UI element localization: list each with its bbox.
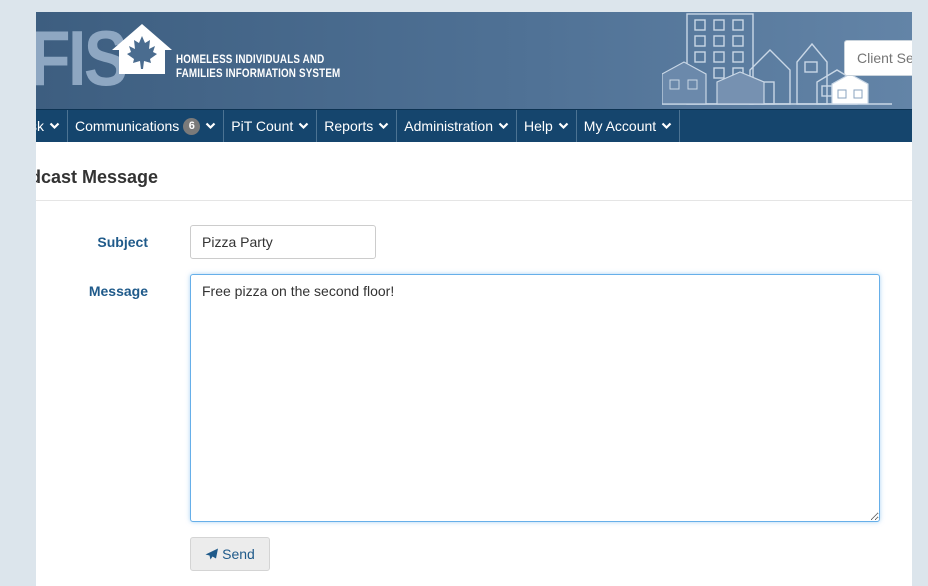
send-button-label: Send xyxy=(222,546,255,562)
nav-item-label: PiT Count xyxy=(231,118,294,134)
client-search-input[interactable] xyxy=(844,40,912,76)
chevron-down-icon xyxy=(558,122,569,130)
subject-input[interactable] xyxy=(190,225,376,259)
nav-item-label: My Account xyxy=(583,118,657,134)
nav-item-label: Help xyxy=(524,118,553,134)
main-nav: sk Communications 6 PiT Count Reports Ad… xyxy=(36,109,912,142)
nav-item-label: Reports xyxy=(324,118,374,134)
nav-item-reports[interactable]: Reports xyxy=(317,110,398,142)
logo-tagline-line1: HOMELESS INDIVIDUALS AND xyxy=(176,52,325,66)
send-button[interactable]: Send xyxy=(190,537,270,571)
logo-tagline: HOMELESS INDIVIDUALS AND FAMILIES INFORM… xyxy=(176,52,377,80)
page-title: dcast Message xyxy=(36,167,159,187)
nav-item-label: Communications xyxy=(75,118,180,134)
chevron-down-icon xyxy=(205,122,216,130)
nav-item-desk[interactable]: sk xyxy=(36,110,68,142)
app-window: FIS HOMELESS INDIVIDUALS AND FAMILIES IN… xyxy=(36,12,912,586)
nav-item-communications[interactable]: Communications 6 xyxy=(68,110,225,142)
nav-item-help[interactable]: Help xyxy=(517,110,577,142)
chevron-down-icon xyxy=(379,122,389,130)
message-label: Message xyxy=(88,283,148,299)
site-header: FIS HOMELESS INDIVIDUALS AND FAMILIES IN… xyxy=(36,12,912,109)
paper-plane-icon xyxy=(205,548,219,560)
chevron-down-icon xyxy=(298,122,309,130)
nav-item-administration[interactable]: Administration xyxy=(397,110,517,142)
divider xyxy=(36,200,912,201)
logo-tagline-line2: FAMILIES INFORMATION SYSTEM xyxy=(176,66,341,80)
nav-item-label: Administration xyxy=(404,118,493,134)
message-textarea[interactable]: Free pizza on the second floor! xyxy=(190,274,880,522)
nav-item-pit-count[interactable]: PiT Count xyxy=(224,110,318,142)
notification-badge: 6 xyxy=(183,117,201,135)
nav-item-my-account[interactable]: My Account xyxy=(577,110,681,142)
chevron-down-icon xyxy=(49,122,60,130)
chevron-down-icon xyxy=(498,122,509,130)
nav-item-label: sk xyxy=(36,118,44,134)
maple-leaf-house-icon xyxy=(112,24,172,74)
chevron-down-icon xyxy=(661,122,672,130)
subject-label: Subject xyxy=(97,234,148,250)
